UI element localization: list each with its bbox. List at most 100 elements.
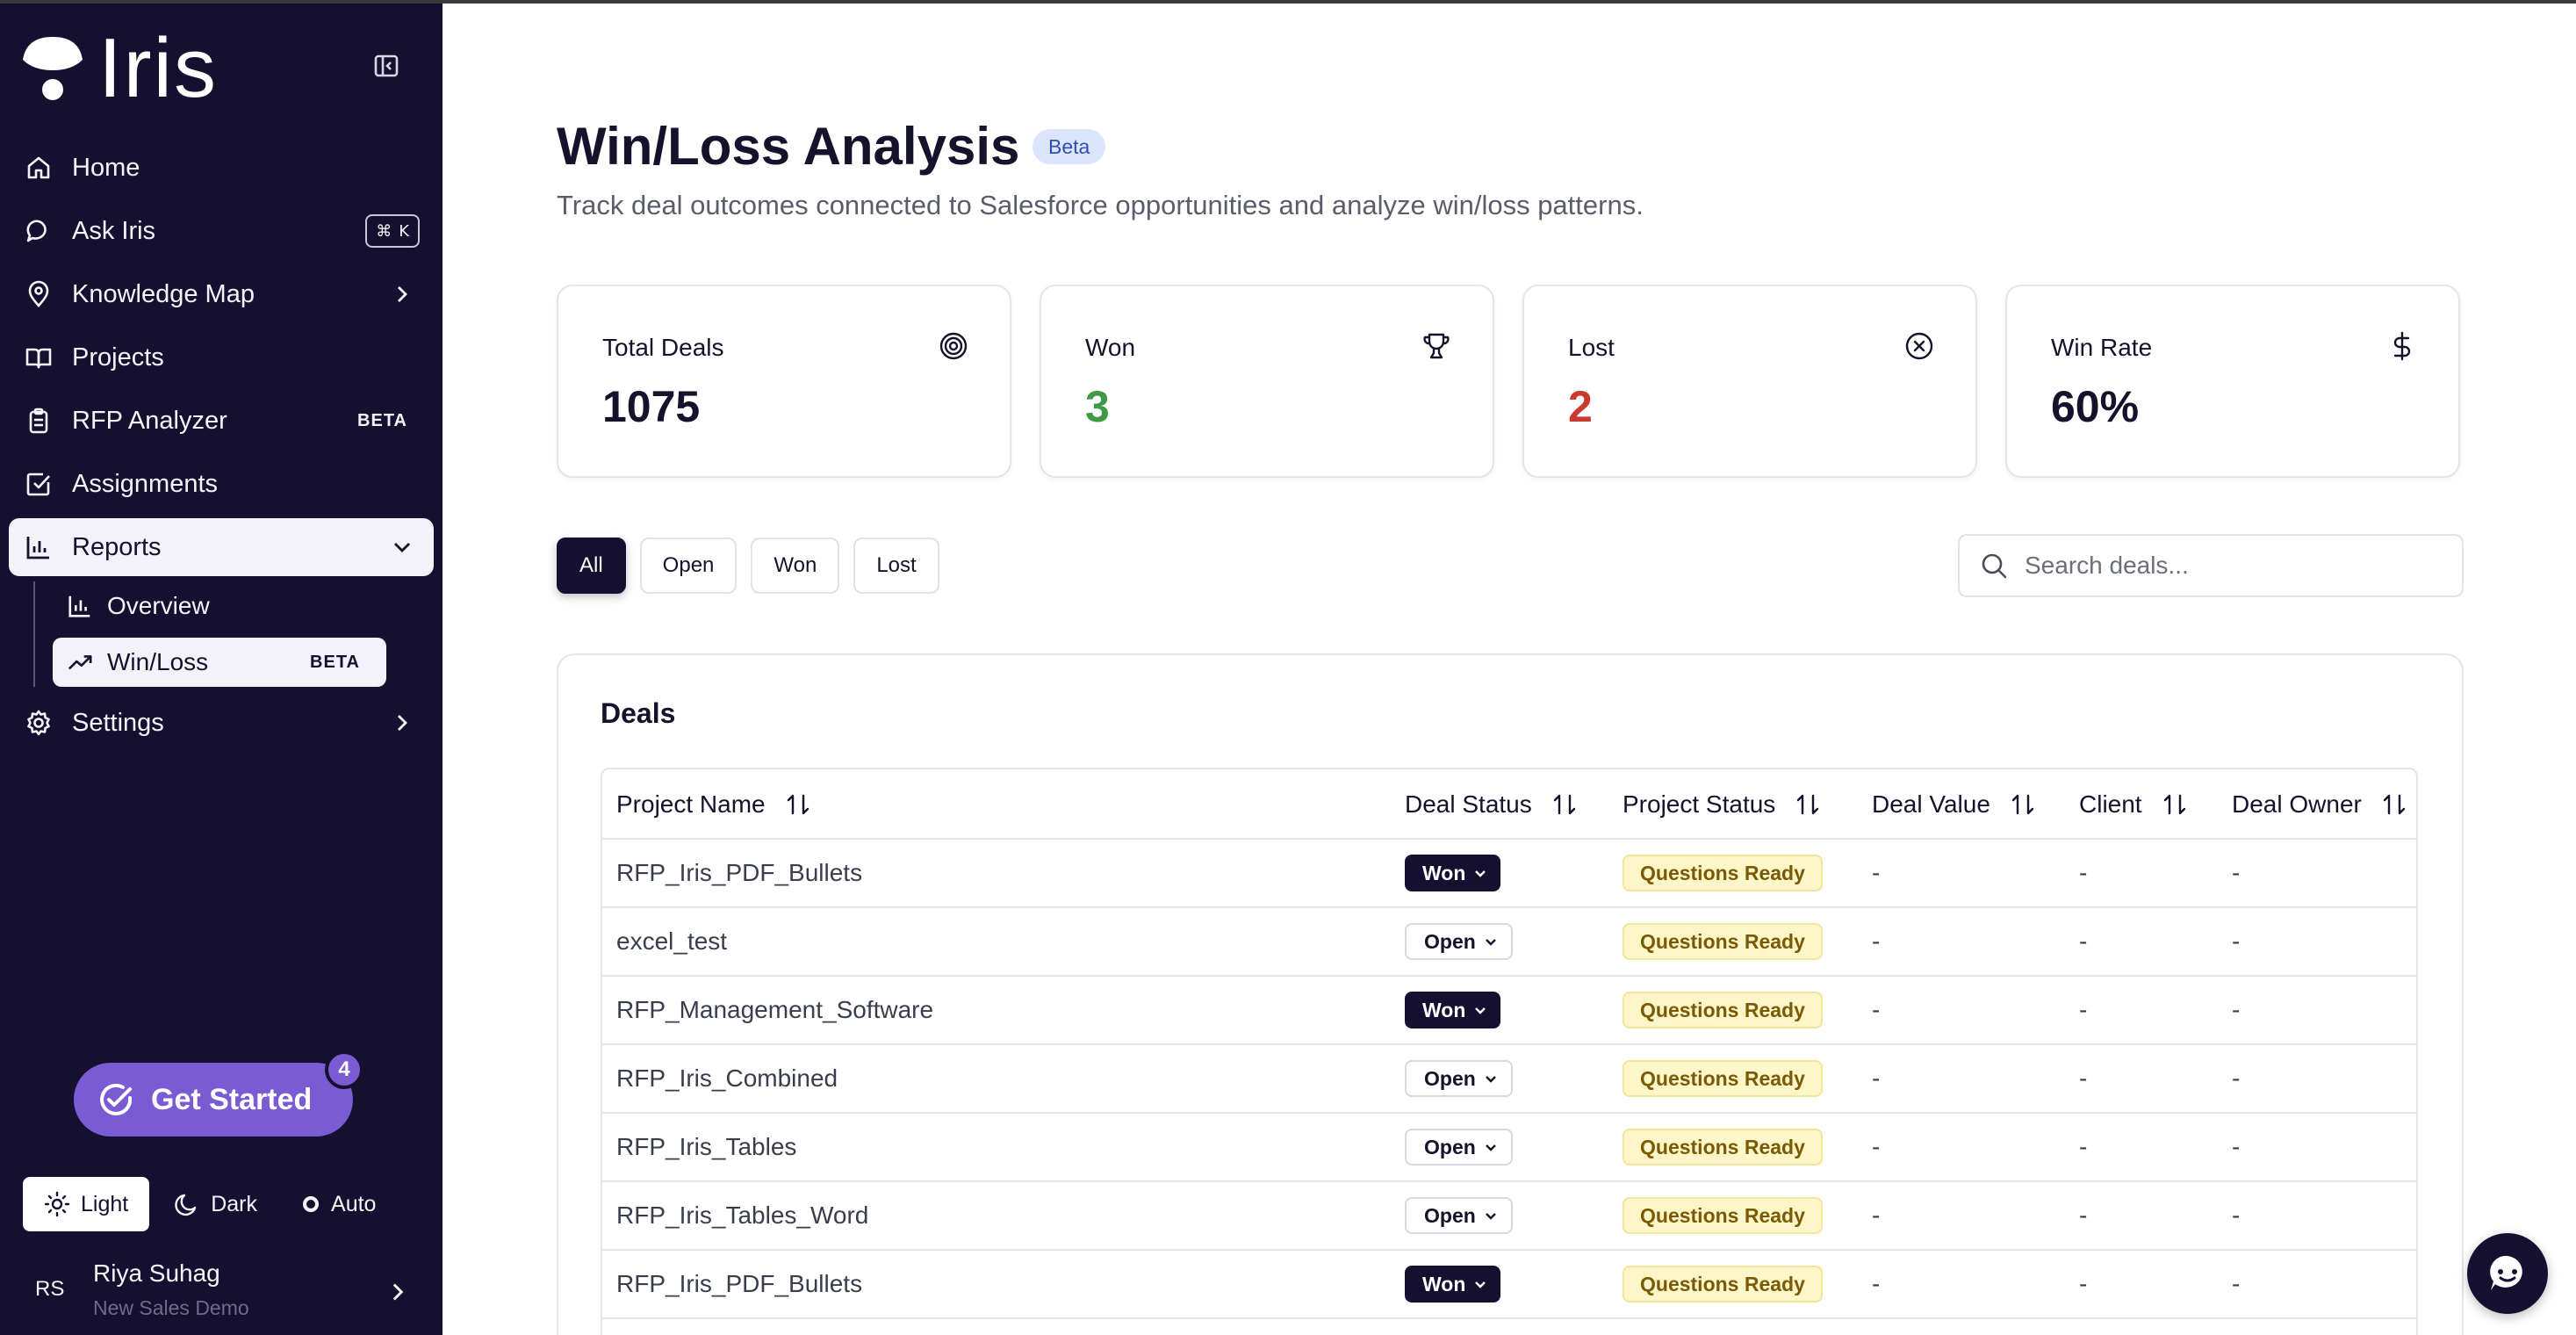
column-label: Deal Status	[1405, 790, 1532, 818]
home-icon	[23, 152, 54, 184]
sort-icon	[2011, 794, 2034, 815]
sidebar-subitem-win-loss[interactable]: Win/Loss BETA	[53, 638, 386, 687]
cell-project-name[interactable]: RFP_Iris_PDF_Bullets	[616, 840, 862, 906]
chevron-down-icon	[1485, 1144, 1496, 1151]
filter-all-button[interactable]: All	[557, 538, 626, 594]
theme-light-button[interactable]: Light	[23, 1177, 150, 1231]
search-icon	[1982, 553, 2007, 579]
column-header-client[interactable]: Client	[2079, 769, 2188, 840]
deal-status-dropdown[interactable]: Won	[1405, 992, 1501, 1028]
cell-deal-value: -	[1872, 996, 1881, 1023]
sidebar-item-knowledge-map[interactable]: Knowledge Map	[9, 265, 434, 323]
sidebar-item-ask-iris[interactable]: Ask Iris ⌘ K	[9, 202, 434, 260]
user-name: Riya Suhag	[93, 1259, 220, 1287]
column-label: Deal Owner	[2232, 790, 2362, 818]
moon-icon	[175, 1194, 197, 1216]
check-circle-icon	[100, 1084, 133, 1115]
sort-icon	[2383, 794, 2406, 815]
sidebar-item-reports[interactable]: Reports	[9, 518, 434, 576]
table-row[interactable]: excel_test Open Questions Ready - - -	[602, 908, 2416, 977]
user-profile[interactable]: RS Riya Suhag New Sales Demo	[0, 1247, 443, 1335]
column-header-project-status[interactable]: Project Status	[1623, 769, 1821, 840]
deal-status-label: Won	[1422, 1272, 1466, 1295]
page-title: Win/Loss Analysis	[557, 117, 1020, 176]
deal-status-dropdown[interactable]: Open	[1405, 1060, 1513, 1097]
stat-value: 60%	[2051, 382, 2140, 431]
map-pin-icon	[23, 278, 54, 310]
cell-deal-status: Won	[1405, 840, 1501, 906]
table-row[interactable]: RFP_Iris_Tables_Word Open Questions Ready -…	[602, 1182, 2416, 1251]
sidebar-subitem-label: Overview	[107, 592, 210, 619]
deal-status-dropdown[interactable]: Open	[1405, 923, 1513, 960]
cell-project-name[interactable]: RFP_Iris_PDF_Bullets	[616, 1251, 862, 1317]
table-row[interactable]: RFP_Iris_Combined Open Questions Ready - - -	[602, 1045, 2416, 1114]
deal-status-dropdown[interactable]: Won	[1405, 1266, 1501, 1303]
table-row[interactable]: RFP_Iris_PDF_Bullets Won Questions Ready - -…	[602, 840, 2416, 908]
filter-lost-button[interactable]: Lost	[853, 538, 939, 594]
cell-deal-value: -	[1872, 1270, 1881, 1297]
sidebar-item-rfp-analyzer[interactable]: RFP Analyzer BETA	[9, 392, 434, 450]
clipboard-icon	[23, 405, 54, 437]
chevron-down-icon	[1485, 1076, 1496, 1083]
sidebar-nav: Home Ask Iris ⌘ K Knowledge Map Projects	[0, 139, 443, 757]
deal-status-dropdown[interactable]: Open	[1405, 1129, 1513, 1165]
page-subtitle: Track deal outcomes connected to Salesfo…	[557, 190, 1644, 220]
sort-icon	[787, 794, 809, 815]
beta-tag: BETA	[310, 652, 360, 672]
filter-open-button[interactable]: Open	[639, 538, 738, 594]
column-header-deal-status[interactable]: Deal Status	[1405, 769, 1578, 840]
collapse-sidebar-button[interactable]	[369, 51, 404, 81]
deal-filters: All Open Won Lost	[557, 538, 953, 594]
cell-project-status: Questions Ready	[1623, 1114, 1823, 1180]
filter-won-button[interactable]: Won	[751, 538, 840, 594]
chevron-right-icon	[398, 286, 407, 302]
deal-status-dropdown[interactable]: Open	[1405, 1197, 1513, 1234]
cell-client: -	[2079, 1133, 2088, 1160]
table-row[interactable]: RFP_Iris_PDF_Bullets Won Questions Ready - -…	[602, 1251, 2416, 1319]
get-started-button[interactable]: Get Started	[74, 1063, 353, 1137]
cell-project-name[interactable]: RFP_Iris_Tables	[616, 1114, 796, 1180]
deal-status-label: Open	[1424, 1203, 1476, 1227]
app-logo[interactable]: Iris	[19, 26, 218, 111]
sidebar-subitem-overview[interactable]: Overview	[53, 581, 386, 631]
table-row[interactable]: RFP_Management_Software Won Questions Read…	[602, 977, 2416, 1045]
sidebar-item-projects[interactable]: Projects	[9, 328, 434, 386]
column-label: Project Status	[1623, 790, 1776, 818]
cell-project-name[interactable]: RFP_Iris_Combined	[616, 1045, 838, 1112]
sidebar-item-label: RFP Analyzer	[72, 406, 227, 435]
cell-deal-owner: -	[2232, 927, 2241, 955]
sort-icon	[2163, 794, 2185, 815]
cell-project-status: Questions Ready	[1623, 977, 1823, 1043]
search-input[interactable]	[2025, 552, 2446, 580]
book-icon	[23, 342, 54, 373]
column-header-deal-owner[interactable]: Deal Owner	[2232, 769, 2407, 840]
project-status-badge: Questions Ready	[1623, 1197, 1823, 1234]
project-status-badge: Questions Ready	[1623, 1060, 1823, 1097]
column-header-project-name[interactable]: Project Name	[616, 769, 811, 840]
column-header-deal-value[interactable]: Deal Value	[1872, 769, 2036, 840]
theme-auto-label: Auto	[331, 1191, 377, 1216]
cell-deal-value: -	[1872, 1202, 1881, 1229]
cell-project-name[interactable]: RFP_Management_Software	[616, 977, 933, 1043]
command-icon: ⌘	[376, 221, 392, 241]
table-row[interactable]: RFP_Iris_Tables Open Questions Ready - - -	[602, 1114, 2416, 1182]
cell-project-name[interactable]: RFP_Iris_Tables_Word	[616, 1182, 868, 1249]
sidebar-item-settings[interactable]: Settings	[9, 694, 434, 752]
theme-auto-button[interactable]: Auto	[282, 1177, 397, 1231]
deal-status-label: Won	[1422, 861, 1466, 884]
chat-support-button[interactable]	[2467, 1233, 2548, 1314]
sidebar-subitem-label: Win/Loss	[107, 648, 209, 675]
cell-deal-value: -	[1872, 1133, 1881, 1160]
sidebar-item-assignments[interactable]: Assignments	[9, 455, 434, 513]
stat-card-win-rate: Win Rate 60%	[2005, 285, 2460, 478]
deal-status-dropdown[interactable]: Won	[1405, 855, 1501, 891]
cell-deal-status: Open	[1405, 1114, 1513, 1180]
sidebar-item-home[interactable]: Home	[9, 139, 434, 197]
chevron-down-icon	[1475, 1007, 1486, 1014]
theme-light-label: Light	[81, 1191, 129, 1216]
column-label: Deal Value	[1872, 790, 1990, 818]
chevron-right-icon	[392, 1283, 404, 1301]
theme-dark-button[interactable]: Dark	[153, 1177, 278, 1231]
cell-project-name[interactable]: excel_test	[616, 908, 727, 975]
cell-project-status: Questions Ready	[1623, 1251, 1823, 1317]
